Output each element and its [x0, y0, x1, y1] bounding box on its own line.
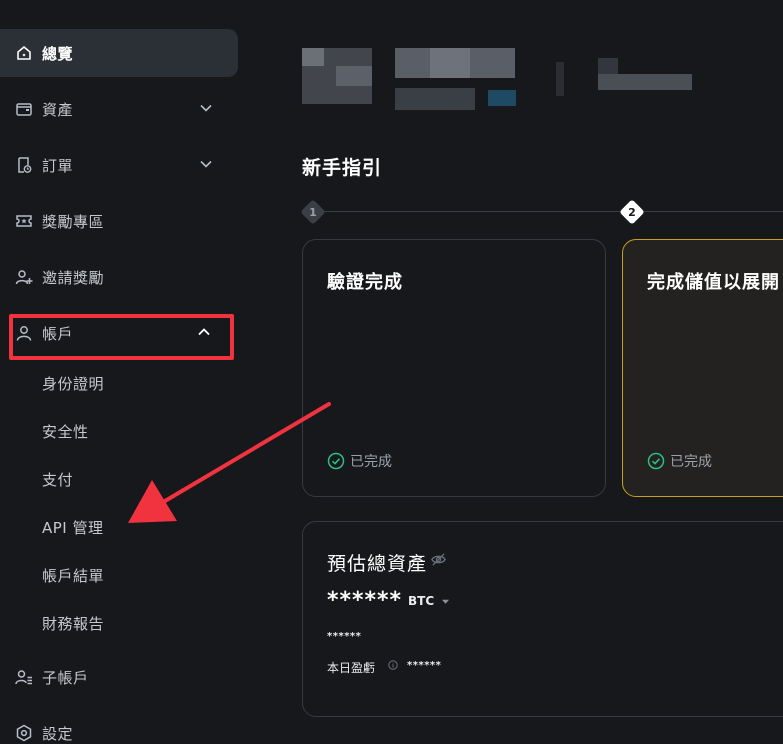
annotation-arrow [128, 402, 331, 523]
